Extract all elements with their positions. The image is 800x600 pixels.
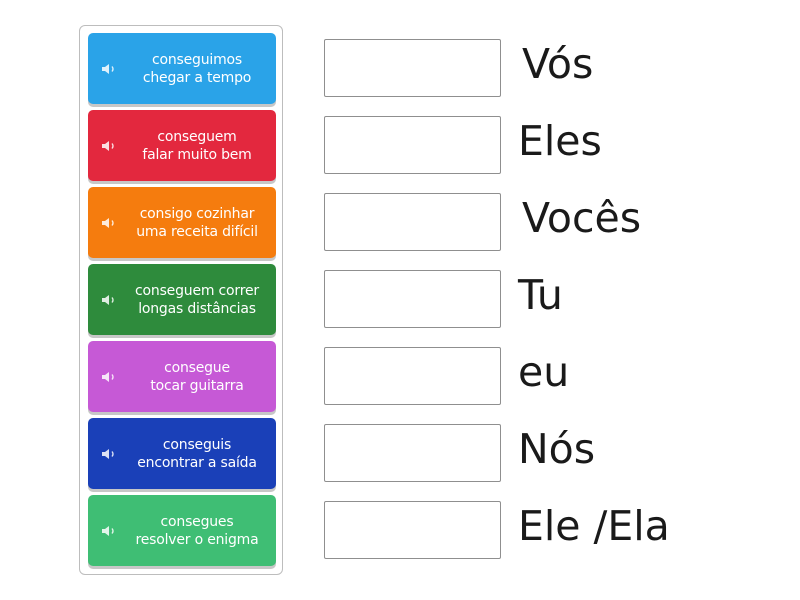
card-text: conseguimos chegar a tempo bbox=[122, 33, 272, 104]
drop-slot[interactable] bbox=[324, 270, 501, 328]
card-text-line: longas distâncias bbox=[138, 300, 256, 317]
pronoun-label: Vocês bbox=[522, 194, 642, 242]
drop-slot[interactable] bbox=[324, 116, 501, 174]
card-text-line: consegues bbox=[160, 513, 234, 530]
answer-card[interactable]: conseguem falar muito bem bbox=[88, 110, 276, 181]
card-text-line: conseguis bbox=[162, 436, 232, 453]
drop-slot[interactable] bbox=[324, 193, 501, 251]
answer-card[interactable]: conseguimos chegar a tempo bbox=[88, 33, 276, 104]
card-text: conseguis encontrar a saída bbox=[122, 418, 272, 489]
answer-card[interactable]: conseguem correr longas distâncias bbox=[88, 264, 276, 335]
answer-card[interactable]: consegues resolver o enigma bbox=[88, 495, 276, 566]
answer-card[interactable]: conseguis encontrar a saída bbox=[88, 418, 276, 489]
card-text: conseguem correr longas distâncias bbox=[122, 264, 272, 335]
answer-card[interactable]: consegue tocar guitarra bbox=[88, 341, 276, 412]
pronoun-label: Vós bbox=[522, 40, 594, 88]
speaker-icon[interactable] bbox=[101, 62, 117, 76]
card-text: conseguem falar muito bem bbox=[122, 110, 272, 181]
speaker-icon[interactable] bbox=[101, 447, 117, 461]
card-text-line: consegue bbox=[164, 359, 230, 376]
card-text: consigo cozinhar uma receita difícil bbox=[122, 187, 272, 258]
card-text-line: tocar guitarra bbox=[150, 377, 244, 394]
card-text-line: resolver o enigma bbox=[135, 531, 259, 548]
card-text-line: conseguem bbox=[157, 128, 237, 145]
speaker-icon[interactable] bbox=[101, 524, 117, 538]
card-text: consegue tocar guitarra bbox=[122, 341, 272, 412]
pronoun-label: Tu bbox=[518, 271, 563, 319]
pronoun-label: Nós bbox=[518, 425, 596, 473]
speaker-icon[interactable] bbox=[101, 293, 117, 307]
speaker-icon[interactable] bbox=[101, 216, 117, 230]
pronoun-label: Ele /Ela bbox=[518, 502, 670, 550]
speaker-icon[interactable] bbox=[101, 370, 117, 384]
drop-slot[interactable] bbox=[324, 39, 501, 97]
card-text-line: chegar a tempo bbox=[142, 69, 252, 86]
answer-card[interactable]: consigo cozinhar uma receita difícil bbox=[88, 187, 276, 258]
drop-slot[interactable] bbox=[324, 347, 501, 405]
card-text-line: conseguem correr bbox=[135, 282, 259, 299]
drop-slot[interactable] bbox=[324, 424, 501, 482]
card-text-line: consigo cozinhar bbox=[139, 205, 255, 222]
card-text: consegues resolver o enigma bbox=[122, 495, 272, 566]
card-text-line: falar muito bem bbox=[142, 146, 252, 163]
card-text-line: encontrar a saída bbox=[137, 454, 257, 471]
pronoun-label: eu bbox=[518, 348, 570, 396]
speaker-icon[interactable] bbox=[101, 139, 117, 153]
card-text-line: conseguimos bbox=[152, 51, 242, 68]
card-tray: conseguimos chegar a tempo conseguem fal… bbox=[79, 25, 283, 575]
drop-slot[interactable] bbox=[324, 501, 501, 559]
card-text-line: uma receita difícil bbox=[136, 223, 258, 240]
pronoun-label: Eles bbox=[518, 117, 602, 165]
